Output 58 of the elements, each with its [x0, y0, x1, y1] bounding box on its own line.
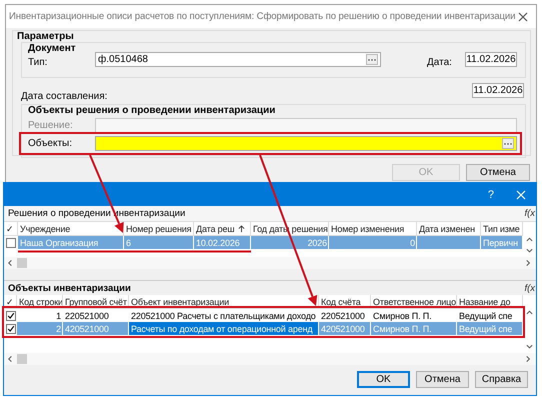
group-title: Документ [28, 43, 76, 54]
table-cell: 0 [329, 236, 417, 249]
table-cell: Ведущий спе [457, 322, 523, 335]
table-cell: 420521000 [63, 322, 129, 335]
column-header[interactable]: Групповой счёт [63, 295, 129, 309]
horizontal-scrollbar[interactable] [4, 353, 536, 365]
browse-button[interactable] [502, 138, 514, 149]
table-cell: 2 [17, 322, 63, 335]
horizontal-scrollbar[interactable] [4, 257, 536, 269]
ok-button[interactable]: OK [357, 371, 410, 388]
section-title: Объекты инвентаризации [8, 282, 131, 294]
help-button[interactable]: ? [488, 188, 494, 200]
date-field[interactable]: 11.02.2026 [465, 52, 517, 67]
objects-field[interactable] [95, 136, 517, 151]
table-cell: Наша Организация [18, 236, 124, 249]
field-label: Решение: [28, 120, 74, 131]
field-value: ф.0510468 [98, 54, 148, 65]
scroll-right-icon[interactable] [525, 259, 532, 267]
scroll-thumb[interactable] [17, 354, 27, 364]
browse-button[interactable] [366, 54, 378, 65]
table-row[interactable]: 2 420521000 Расчеты по доходам от операционной аренд 420521000 Смирнов П. П. Ведущий спе [4, 322, 523, 335]
column-header[interactable]: Название до [457, 295, 523, 309]
table-cell: 6 [124, 236, 194, 249]
close-icon[interactable] [518, 12, 528, 22]
formula-button[interactable]: f(x [524, 282, 536, 294]
scroll-left-icon[interactable] [7, 259, 14, 267]
field-label: Тип: [28, 57, 48, 68]
scroll-down-icon[interactable] [526, 343, 533, 351]
table-cell: 420521000 [319, 322, 371, 335]
column-header[interactable]: Ответственное лицо [371, 295, 457, 309]
scroll-up-icon[interactable] [526, 236, 533, 244]
column-header[interactable]: Код строки [17, 295, 63, 309]
scroll-right-icon[interactable] [525, 355, 532, 363]
scroll-up-icon[interactable] [526, 309, 533, 317]
window-title: Инвентаризационные описи расчетов по поступлениям: Сформировать по решению о проведении инвентаризации [9, 11, 516, 22]
cancel-button[interactable]: Отмена [466, 164, 530, 181]
table-cell: 2026 [251, 236, 329, 249]
table-cell: 10.02.2026 [194, 236, 251, 249]
group-title: Объекты решения о проведении инвентаризации [28, 105, 276, 116]
field-label: Дата составления: [21, 91, 108, 102]
table-cell: Расчеты по доходам от операционной аренд [129, 322, 319, 335]
checkbox[interactable] [6, 310, 16, 320]
table-cell: Смирнов П. П. [371, 322, 457, 335]
type-field[interactable]: ф.0510468 [95, 52, 381, 67]
scroll-down-icon[interactable] [526, 247, 533, 255]
checkbox[interactable] [6, 324, 16, 334]
scroll-thumb[interactable] [17, 258, 27, 268]
formula-button[interactable]: f(x [524, 208, 536, 219]
cancel-button[interactable]: Отмена [416, 371, 469, 388]
column-header[interactable]: Код счёта [319, 295, 371, 309]
scroll-left-icon[interactable] [7, 355, 14, 363]
field-label: Дата: [427, 57, 453, 68]
field-label: Объекты: [28, 138, 74, 149]
table-cell: Первичн [481, 236, 523, 249]
section-title: Параметры [17, 31, 74, 42]
date-field[interactable]: 11.02.2026 [472, 83, 524, 98]
checkbox[interactable] [6, 238, 16, 248]
help-button[interactable]: Справка [475, 371, 528, 388]
